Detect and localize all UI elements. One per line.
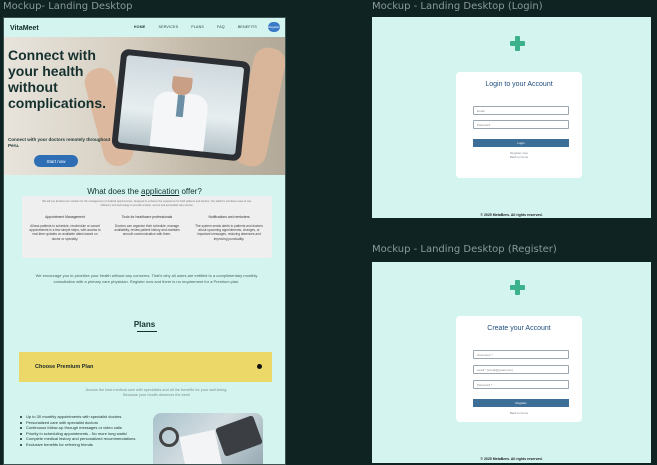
benefit-item: Exclusive benefits for referring friends [19, 442, 149, 448]
register-frame: Create your Account Username * email * (… [372, 262, 651, 463]
medical-cross-icon [510, 280, 525, 295]
register-title: Create your Account [487, 325, 551, 332]
nav-faq[interactable]: FAQ [217, 25, 225, 29]
login-button[interactable]: Login [473, 139, 569, 147]
medical-cross-icon [510, 36, 525, 51]
login-card: Login to your Account Email Password Log… [456, 72, 582, 178]
register-button[interactable]: Register [473, 399, 569, 407]
plans-title: Plans [133, 320, 156, 329]
login-footer: © 2025 MetaBees. All rights reserved. [480, 213, 543, 217]
nav-services[interactable]: SERVICES [159, 25, 179, 29]
login-title: Login to your Account [485, 81, 553, 88]
benefits-list: Up to 30 monthly appointments with speci… [19, 414, 149, 447]
login-frame: Login to your Account Email Password Log… [372, 17, 651, 218]
choose-premium-label: Choose Premium Plan [35, 364, 94, 370]
hero-title: Connect with your health without complic… [8, 47, 107, 111]
register-footer: © 2025 MetaBees. All rights reserved. [480, 457, 543, 461]
register-email-field[interactable]: email * (email@gmail.com) [473, 365, 569, 374]
landing-frame: VitaMeet HOME SERVICES PLANS FAQ BENEFIT… [3, 17, 286, 465]
hero-section: Connect with your health without complic… [4, 37, 285, 175]
login-password-field[interactable]: Password [473, 120, 569, 129]
login-email-field[interactable]: Email [473, 106, 569, 115]
encourage-text: We encourage you to prioritize your heal… [35, 273, 258, 284]
offer-title: What does the application offer? [87, 187, 202, 196]
hero-tablet-image [111, 48, 251, 162]
nav-links: HOME SERVICES PLANS FAQ BENEFITS [134, 25, 257, 29]
feature-desc-notifications: The system sends alerts to patients and … [195, 224, 263, 241]
frame-label-login: Mockup - Landing Desktop (Login) [372, 1, 543, 12]
frame-label-landing: Mockup- Landing Desktop [3, 1, 133, 12]
feature-desc-tools: Doctors can organize their schedule, man… [114, 224, 180, 237]
brand-logo[interactable]: VitaMeet [10, 25, 39, 32]
feature-title-tools: Tools for healthcare professionals [121, 215, 173, 219]
back-to-home-link[interactable]: Back to home [456, 411, 582, 415]
doctor-desk-photo [153, 413, 263, 464]
nav-plans[interactable]: PLANS [191, 25, 204, 29]
start-now-button[interactable]: Start now [34, 155, 78, 167]
register-card: Create your Account Username * email * (… [456, 316, 582, 422]
radio-dot-icon[interactable] [257, 364, 262, 369]
back-to-home-link[interactable]: Back to home [456, 155, 582, 159]
choose-premium-plan-bar[interactable]: Choose Premium Plan [19, 352, 272, 382]
feature-title-notifications: Notifications and reminders [208, 215, 250, 219]
frame-label-register: Mockup - Landing Desktop (Register) [372, 244, 557, 255]
register-username-field[interactable]: Username * [473, 350, 569, 359]
navbar: VitaMeet HOME SERVICES PLANS FAQ BENEFIT… [4, 18, 285, 38]
hero-subtitle: Connect with your doctors remotely throu… [8, 137, 111, 148]
feature-title-appointments: Appointment Management [45, 215, 85, 219]
offer-card: We tell you all about our solution for t… [22, 196, 272, 258]
plans-underline [137, 331, 157, 332]
offer-intro: We tell you all about our solution for t… [42, 200, 252, 207]
nav-benefits[interactable]: BENEFITS [238, 25, 257, 29]
nav-home[interactable]: HOME [134, 25, 146, 29]
feature-desc-appointments: Allows patients to schedule, reschedule … [29, 224, 101, 241]
register-nav-button[interactable]: Register [268, 22, 280, 32]
plan-note: Access the best medical care with specia… [85, 388, 228, 397]
register-password-field[interactable]: Password * [473, 380, 569, 389]
